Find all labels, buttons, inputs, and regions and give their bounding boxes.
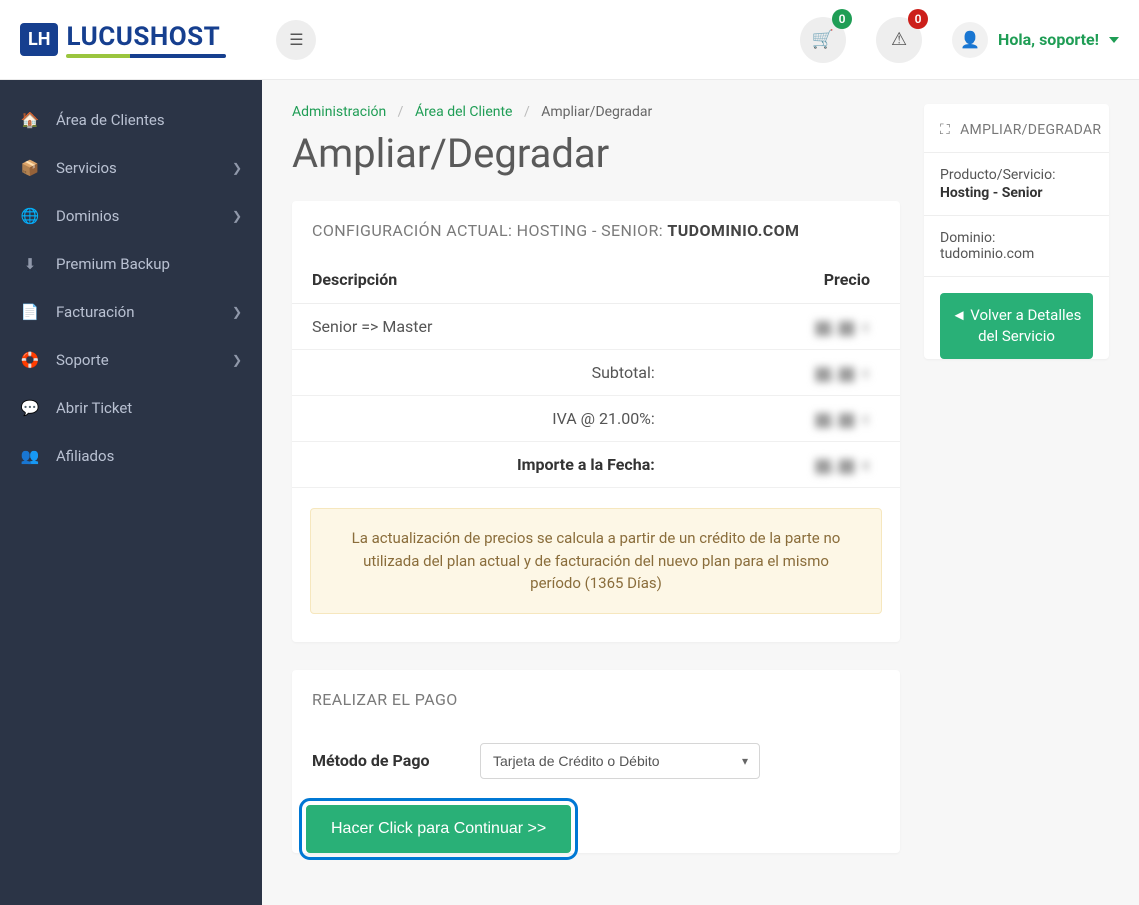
page-title: Ampliar/Degradar <box>292 130 900 177</box>
side-product-block: Producto/Servicio: Hosting - Senior <box>924 153 1109 216</box>
chevron-right-icon: ❯ <box>232 209 242 223</box>
box-icon: 📦 <box>20 159 40 177</box>
side-domain-block: Dominio: tudominio.com <box>924 216 1109 277</box>
total-label: Importe a la Fecha: <box>292 442 675 488</box>
chevron-right-icon: ❯ <box>232 305 242 319</box>
brand-name: LUCUSHOST <box>66 22 226 52</box>
arrow-left-icon: ◄ <box>952 306 971 324</box>
subtotal-value: ██,██ € <box>815 367 870 382</box>
side-panel: ⛶ AMPLIAR/DEGRADAR Producto/Servicio: Ho… <box>924 104 1109 359</box>
payment-method-select-wrap: Tarjeta de Crédito o Débito ▾ <box>480 743 760 779</box>
tax-value: ██,██ € <box>815 413 870 428</box>
breadcrumb-link-area[interactable]: Área del Cliente <box>415 104 513 120</box>
breadcrumb-link-admin[interactable]: Administración <box>292 104 386 120</box>
file-icon: 📄 <box>20 303 40 321</box>
config-panel-header: CONFIGURACIÓN ACTUAL: HOSTING - SENIOR: … <box>292 201 900 256</box>
alert-badge: 0 <box>908 9 928 29</box>
continue-button[interactable]: Hacer Click para Continuar >> <box>306 805 571 853</box>
tax-row: IVA @ 21.00%: ██,██ € <box>292 396 900 442</box>
toggle-sidebar-button[interactable]: ☰ <box>276 20 316 60</box>
sidebar-item-label: Dominios <box>56 207 119 225</box>
expand-icon: ⛶ <box>940 122 950 138</box>
user-avatar: 👤 <box>952 22 988 58</box>
notifications-button[interactable]: ⚠ 0 <box>876 17 922 63</box>
brand-logo[interactable]: LH LUCUSHOST <box>20 22 226 58</box>
brand-badge: LH <box>20 23 58 56</box>
users-icon: 👥 <box>20 447 40 465</box>
lifebuoy-icon: 🛟 <box>20 351 40 369</box>
user-menu[interactable]: 👤 Hola, soporte! <box>952 22 1119 58</box>
side-product-value: Hosting - Senior <box>940 185 1093 201</box>
chevron-down-icon <box>1109 37 1119 43</box>
payment-method-label: Método de Pago <box>312 751 452 770</box>
sidebar-item-abrir-ticket[interactable]: 💬 Abrir Ticket <box>0 384 262 432</box>
side-product-label: Producto/Servicio: <box>940 167 1055 183</box>
sidebar-item-soporte[interactable]: 🛟 Soporte ❯ <box>0 336 262 384</box>
download-icon: ⬇ <box>20 255 40 273</box>
sidebar-item-premium-backup[interactable]: ⬇ Premium Backup <box>0 240 262 288</box>
sidebar-item-label: Soporte <box>56 351 109 369</box>
user-greeting: Hola, soporte! <box>998 30 1099 49</box>
home-icon: 🏠 <box>20 111 40 129</box>
side-panel-header: ⛶ AMPLIAR/DEGRADAR <box>924 104 1109 153</box>
row-desc: Senior => Master <box>292 304 675 350</box>
sidebar-item-label: Abrir Ticket <box>56 399 132 417</box>
payment-panel: REALIZAR EL PAGO Método de Pago Tarjeta … <box>292 670 900 853</box>
warning-icon: ⚠ <box>891 29 907 50</box>
total-row: Importe a la Fecha: ██,██ € <box>292 442 900 488</box>
total-value: ██,██ € <box>815 459 870 474</box>
sidebar-item-label: Área de Clientes <box>56 111 165 129</box>
breadcrumb-current: Ampliar/Degradar <box>541 104 652 120</box>
chevron-right-icon: ❯ <box>232 161 242 175</box>
price-table: Descripción Precio Senior => Master ██,█… <box>292 256 900 488</box>
sidebar-item-area-clientes[interactable]: 🏠 Área de Clientes <box>0 96 262 144</box>
subtotal-label: Subtotal: <box>292 350 675 396</box>
sidebar-item-dominios[interactable]: 🌐 Dominios ❯ <box>0 192 262 240</box>
breadcrumb: Administración / Área del Cliente / Ampl… <box>292 104 900 120</box>
side-domain-value: tudominio.com <box>940 246 1093 262</box>
chevron-right-icon: ❯ <box>232 353 242 367</box>
brand-underline <box>66 54 226 58</box>
table-row: Senior => Master ██,██ € <box>292 304 900 350</box>
sidebar-item-label: Servicios <box>56 159 117 177</box>
cart-badge: 0 <box>832 9 852 29</box>
payment-method-select[interactable]: Tarjeta de Crédito o Débito <box>480 743 760 779</box>
menu-icon: ☰ <box>289 30 303 49</box>
person-icon: 👤 <box>960 30 980 49</box>
cart-button[interactable]: 🛒 0 <box>800 17 846 63</box>
cart-icon: 🛒 <box>812 29 834 50</box>
sidebar-item-afiliados[interactable]: 👥 Afiliados <box>0 432 262 480</box>
config-panel: CONFIGURACIÓN ACTUAL: HOSTING - SENIOR: … <box>292 201 900 642</box>
pricing-info-alert: La actualización de precios se calcula a… <box>310 508 882 614</box>
col-description: Descripción <box>292 256 675 304</box>
sidebar-item-facturacion[interactable]: 📄 Facturación ❯ <box>0 288 262 336</box>
row-price: ██,██ € <box>815 321 870 336</box>
sidebar-item-servicios[interactable]: 📦 Servicios ❯ <box>0 144 262 192</box>
side-domain-label: Dominio: <box>940 230 995 246</box>
sidebar-item-label: Afiliados <box>56 447 114 465</box>
back-to-service-button[interactable]: ◄ Volver a Detalles del Servicio <box>940 293 1093 359</box>
topbar: LH LUCUSHOST ☰ 🛒 0 ⚠ 0 👤 Hola, soporte! <box>0 0 1139 80</box>
globe-icon: 🌐 <box>20 207 40 225</box>
sidebar-item-label: Premium Backup <box>56 255 170 273</box>
col-price: Precio <box>675 256 900 304</box>
sidebar: 🏠 Área de Clientes 📦 Servicios ❯ 🌐 Domin… <box>0 80 262 905</box>
chat-icon: 💬 <box>20 399 40 417</box>
tax-label: IVA @ 21.00%: <box>292 396 675 442</box>
payment-panel-header: REALIZAR EL PAGO <box>292 670 900 725</box>
sidebar-item-label: Facturación <box>56 303 135 321</box>
subtotal-row: Subtotal: ██,██ € <box>292 350 900 396</box>
